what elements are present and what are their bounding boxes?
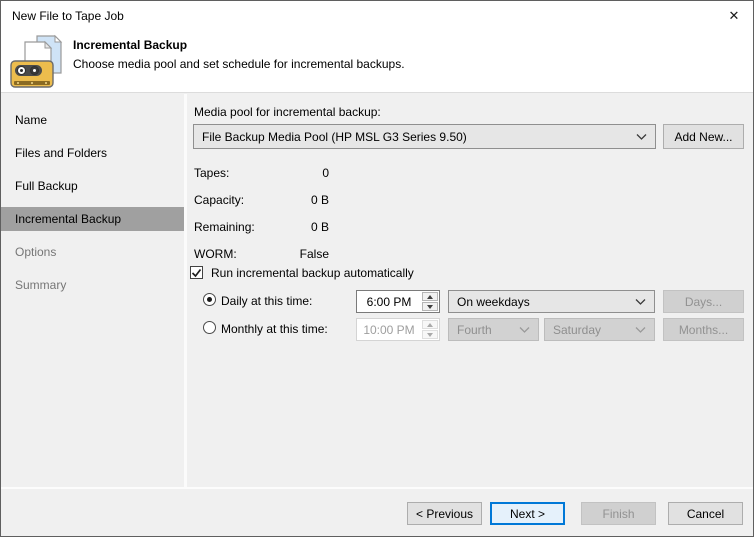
tape-backup-icon <box>10 34 63 88</box>
daily-frequency-value: On weekdays <box>457 294 530 309</box>
spin-down-icon <box>427 332 433 337</box>
spin-up-button[interactable] <box>422 320 438 329</box>
sidebar-item-summary[interactable]: Summary <box>1 273 184 297</box>
new-file-to-tape-job-dialog: New File to Tape Job ✕ Incremental Backu… <box>0 0 754 537</box>
spin-down-icon <box>427 304 433 309</box>
spin-down-button[interactable] <box>422 330 438 339</box>
monthly-time-spinner[interactable]: 10:00 PM <box>356 318 440 341</box>
sidebar-item-full-backup[interactable]: Full Backup <box>1 174 184 198</box>
daily-label: Daily at this time: <box>221 294 313 308</box>
monthly-week-select[interactable]: Fourth <box>448 318 539 341</box>
media-pool-select[interactable]: File Backup Media Pool (HP MSL G3 Series… <box>193 124 656 149</box>
monthly-day-value: Saturday <box>553 322 602 337</box>
chevron-down-icon <box>636 133 647 140</box>
step-description: Choose media pool and set schedule for i… <box>73 57 405 71</box>
chevron-down-icon <box>635 326 646 333</box>
sidebar-item-options[interactable]: Options <box>1 240 184 264</box>
checkmark-icon <box>191 268 202 277</box>
finish-button[interactable]: Finish <box>581 502 656 525</box>
add-new-button-label: Add New... <box>674 129 733 144</box>
finish-button-label: Finish <box>602 506 635 521</box>
capacity-value: 0 B <box>310 193 329 207</box>
monthly-radio[interactable] <box>203 321 216 334</box>
sidebar-item-files-and-folders[interactable]: Files and Folders <box>1 141 184 165</box>
step-title: Incremental Backup <box>73 38 188 52</box>
next-button-label: Next > <box>509 506 545 521</box>
monthly-time-spin-buttons <box>421 319 439 340</box>
tapes-label: Tapes: <box>194 166 230 180</box>
monthly-week-value: Fourth <box>457 322 492 337</box>
remaining-label: Remaining: <box>194 220 255 234</box>
spin-up-icon <box>427 294 433 299</box>
worm-label: WORM: <box>194 247 237 261</box>
run-automatically-label: Run incremental backup automatically <box>211 266 414 280</box>
chevron-down-icon <box>635 298 646 305</box>
run-automatically-checkbox[interactable] <box>190 266 203 279</box>
daily-time-value: 6:00 PM <box>366 294 412 309</box>
months-button[interactable]: Months... <box>663 318 744 341</box>
wizard-header: Incremental Backup Choose media pool and… <box>1 31 753 93</box>
title-bar: New File to Tape Job ✕ <box>1 1 753 31</box>
footer-bar: < Previous Next > Finish Cancel <box>1 487 753 536</box>
capacity-label: Capacity: <box>194 193 245 207</box>
main-content: Media pool for incremental backup: File … <box>187 93 753 487</box>
next-button[interactable]: Next > <box>490 502 565 525</box>
daily-frequency-select[interactable]: On weekdays <box>448 290 655 313</box>
cancel-button[interactable]: Cancel <box>668 502 743 525</box>
days-button[interactable]: Days... <box>663 290 744 313</box>
spin-up-icon <box>427 322 433 327</box>
chevron-down-icon <box>519 326 530 333</box>
remaining-value: 0 B <box>310 220 329 234</box>
media-pool-selected-value: File Backup Media Pool (HP MSL G3 Series… <box>202 129 467 144</box>
window-title: New File to Tape Job <box>12 9 124 23</box>
daily-time-spinner[interactable]: 6:00 PM <box>356 290 440 313</box>
cancel-button-label: Cancel <box>686 506 725 521</box>
previous-button[interactable]: < Previous <box>407 502 482 525</box>
wizard-steps-sidebar: Name Files and Folders Full Backup Incre… <box>1 94 184 487</box>
spin-down-button[interactable] <box>422 302 438 311</box>
daily-radio[interactable] <box>203 293 216 306</box>
add-new-button[interactable]: Add New... <box>663 124 744 149</box>
monthly-day-select[interactable]: Saturday <box>544 318 655 341</box>
days-button-label: Days... <box>684 294 723 309</box>
monthly-time-value: 10:00 PM <box>363 322 415 337</box>
sidebar-item-incremental-backup[interactable]: Incremental Backup <box>1 207 184 231</box>
worm-value: False <box>299 247 329 261</box>
sidebar-item-name[interactable]: Name <box>1 108 184 132</box>
daily-time-spin-buttons <box>421 291 439 312</box>
close-icon[interactable]: ✕ <box>723 6 745 25</box>
tapes-value: 0 <box>322 166 329 180</box>
spin-up-button[interactable] <box>422 292 438 301</box>
media-pool-label: Media pool for incremental backup: <box>194 105 381 119</box>
monthly-label: Monthly at this time: <box>221 322 328 336</box>
previous-button-label: < Previous <box>415 506 474 521</box>
months-button-label: Months... <box>678 322 729 337</box>
